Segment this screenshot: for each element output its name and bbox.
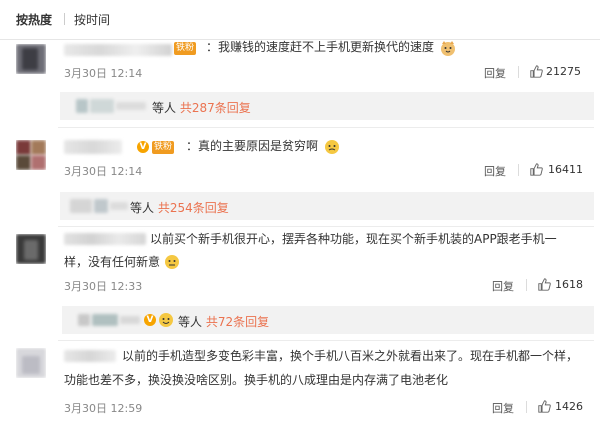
sub-replies[interactable]: 等人 共287条回复 bbox=[60, 92, 594, 120]
sort-tabs: 按热度 按时间 bbox=[0, 0, 600, 40]
action-divider bbox=[526, 401, 527, 413]
username-redacted[interactable] bbox=[64, 233, 146, 245]
username-redacted[interactable] bbox=[64, 140, 122, 154]
like-count: 1618 bbox=[555, 278, 583, 291]
comment-text: 以前的手机造型多变色彩丰富，换个手机八百米之外就看出来了。现在手机都一个样， bbox=[122, 349, 579, 363]
comment-divider bbox=[58, 226, 594, 227]
emoji-icon bbox=[441, 41, 455, 56]
action-divider bbox=[526, 279, 527, 291]
like-count: 1426 bbox=[555, 400, 583, 413]
comment-date: 3月30日 12:14 bbox=[64, 165, 143, 178]
comment-text-continued: 功能也差不多，换没换没啥区别。换手机的八成理由是内存满了电池老化 bbox=[64, 373, 449, 387]
sub-replies-label: 等人 共287条回复 bbox=[152, 101, 251, 115]
reply-button[interactable]: 回复 bbox=[484, 65, 506, 81]
username-redacted[interactable] bbox=[64, 44, 172, 56]
tab-by-time[interactable]: 按时间 bbox=[74, 11, 110, 28]
username-redacted[interactable] bbox=[64, 350, 116, 362]
like-count: 16411 bbox=[548, 163, 583, 176]
comment-text-continued: 样，没有任何新意 bbox=[64, 255, 161, 269]
tab-divider bbox=[64, 13, 65, 25]
fan-badge: 铁粉 bbox=[152, 141, 175, 154]
reply-count-link[interactable]: 共72条回复 bbox=[206, 315, 269, 329]
comment-divider bbox=[58, 340, 594, 341]
avatar[interactable] bbox=[16, 44, 46, 74]
sub-replies-label: 等人 共72条回复 bbox=[178, 315, 270, 329]
comment-date: 3月30日 12:14 bbox=[64, 67, 143, 80]
comment-text: ：我赚钱的速度赶不上手机更新换代的速度 bbox=[206, 40, 435, 54]
reply-count-link[interactable]: 共287条回复 bbox=[180, 101, 251, 115]
reply-count-link[interactable]: 共254条回复 bbox=[158, 201, 229, 215]
reply-button[interactable]: 回复 bbox=[484, 163, 506, 179]
like-count: 21275 bbox=[546, 65, 581, 78]
sub-replies[interactable]: 等人 共254条回复 bbox=[60, 192, 594, 220]
reply-button[interactable]: 回复 bbox=[492, 278, 514, 294]
avatar[interactable] bbox=[16, 234, 46, 264]
sub-replies-label: 等人 共254条回复 bbox=[130, 201, 229, 215]
emoji-icon bbox=[325, 140, 339, 154]
comment-date: 3月30日 12:33 bbox=[64, 280, 143, 293]
action-divider bbox=[518, 66, 519, 78]
verified-v-icon: V bbox=[137, 141, 149, 153]
verified-v-icon: V bbox=[144, 314, 156, 326]
fan-badge: 铁粉 bbox=[174, 42, 197, 55]
reply-button[interactable]: 回复 bbox=[492, 400, 514, 416]
thumbs-up-icon[interactable] bbox=[538, 278, 551, 291]
action-divider bbox=[518, 164, 519, 176]
tab-by-hotness[interactable]: 按热度 bbox=[16, 11, 52, 28]
emoji-icon bbox=[159, 313, 173, 327]
thumbs-up-icon[interactable] bbox=[530, 65, 543, 78]
thumbs-up-icon[interactable] bbox=[530, 163, 543, 176]
comment-text: ：真的主要原因是贫穷啊 bbox=[186, 139, 319, 153]
emoji-icon bbox=[165, 255, 179, 269]
avatar[interactable] bbox=[16, 140, 46, 170]
comment-text: 以前买个新手机很开心，摆弄各种功能，现在买个新手机装的APP跟老手机一 bbox=[150, 232, 557, 246]
sub-replies[interactable]: V 等人 共72条回复 bbox=[62, 306, 594, 334]
thumbs-up-icon[interactable] bbox=[538, 400, 551, 413]
comment-date: 3月30日 12:59 bbox=[64, 402, 143, 415]
comment-divider bbox=[58, 127, 594, 128]
avatar[interactable] bbox=[16, 348, 46, 378]
